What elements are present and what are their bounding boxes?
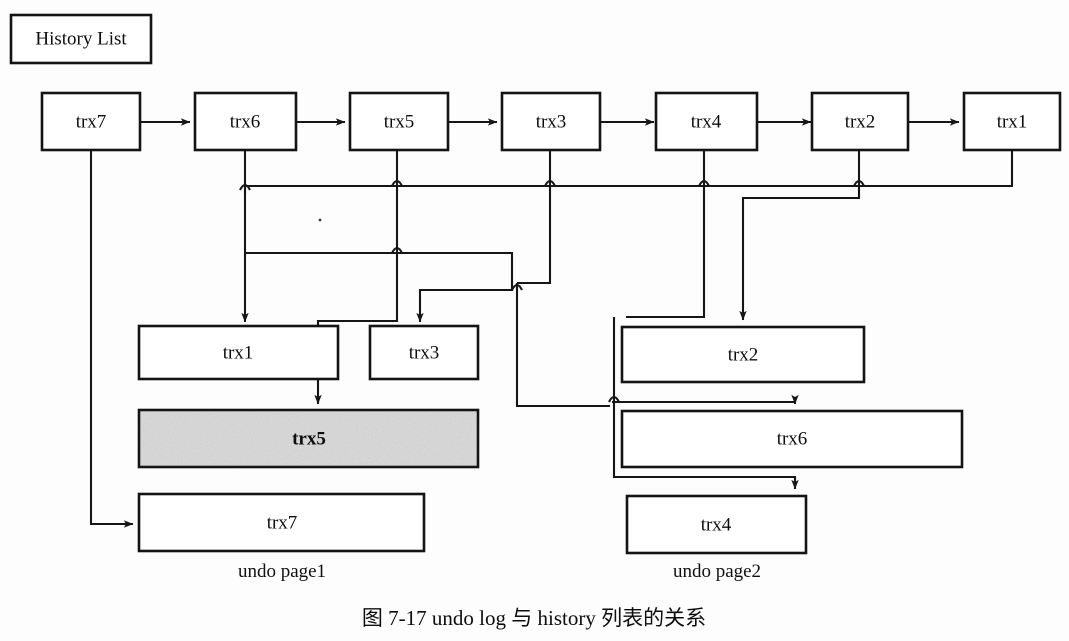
history-node-trx2[interactable]: trx2 xyxy=(810,91,910,152)
history-list-title-box: History List xyxy=(9,13,153,65)
history-node-trx6-label: trx6 xyxy=(230,111,261,132)
undo-page2-record-trx6[interactable]: trx6 xyxy=(620,409,964,469)
pointer-path-trx1-into-trx6rec xyxy=(612,394,799,405)
history-node-trx2-label: trx2 xyxy=(845,111,876,132)
history-node-trx7[interactable]: trx7 xyxy=(40,91,142,152)
history-node-trx3-label: trx3 xyxy=(536,111,567,132)
figure-caption: 图 7-17 undo log 与 history 列表的关系 xyxy=(362,606,706,630)
undo-page2-record-trx2[interactable]: trx2 xyxy=(620,325,866,384)
pointer-path-trx2 xyxy=(739,150,861,321)
undo-page1-record-trx7-label: trx7 xyxy=(267,512,298,533)
pointer-path-trx7 xyxy=(89,150,134,528)
history-node-trx6[interactable]: trx6 xyxy=(193,91,298,152)
pointer-path-trx3 xyxy=(245,251,514,323)
pointer-bus-upper xyxy=(243,150,1014,194)
history-node-trx7-label: trx7 xyxy=(76,111,107,132)
history-node-trx1-label: trx1 xyxy=(997,111,1028,132)
undo-page1-record-trx1[interactable]: trx1 xyxy=(137,324,340,381)
undo-page1-record-trx3[interactable]: trx3 xyxy=(368,324,480,381)
pointer-path-trx4-seg1 xyxy=(626,150,706,319)
pointer-cross-left-to-right xyxy=(515,283,610,408)
history-node-trx1[interactable]: trx1 xyxy=(962,91,1062,152)
undo-page2-record-trx2-label: trx2 xyxy=(728,344,759,365)
history-node-trx5[interactable]: trx5 xyxy=(348,91,450,152)
history-node-trx4[interactable]: trx4 xyxy=(654,91,759,152)
history-list-label: History List xyxy=(35,28,127,49)
undo-page1-record-trx3-label: trx3 xyxy=(409,342,440,363)
undo-page2-record-trx4-label: trx4 xyxy=(701,514,732,535)
undo-page1-record-trx5-label: trx5 xyxy=(292,428,326,449)
undo-page2-record-trx4[interactable]: trx4 xyxy=(625,494,808,555)
history-node-trx4-label: trx4 xyxy=(691,111,722,132)
scan-speck xyxy=(318,218,322,222)
figure-canvas: History List trx7 trx6 trx5 trx3 trx4 tr… xyxy=(0,0,1069,641)
undo-page2-label: undo page2 xyxy=(673,561,761,582)
pointer-stub-trx3-col xyxy=(517,150,552,285)
undo-page1-record-trx7[interactable]: trx7 xyxy=(137,492,426,553)
undo-page1-record-trx1-label: trx1 xyxy=(223,342,254,363)
diagram-svg: History List trx7 trx6 trx5 trx3 trx4 tr… xyxy=(9,13,1062,630)
undo-page1-label: undo page1 xyxy=(238,561,326,582)
undo-page1-record-trx5[interactable]: trx5 xyxy=(137,408,480,469)
history-node-trx3[interactable]: trx3 xyxy=(500,91,602,152)
history-node-trx5-label: trx5 xyxy=(384,111,415,132)
undo-page2-record-trx6-label: trx6 xyxy=(777,428,808,449)
